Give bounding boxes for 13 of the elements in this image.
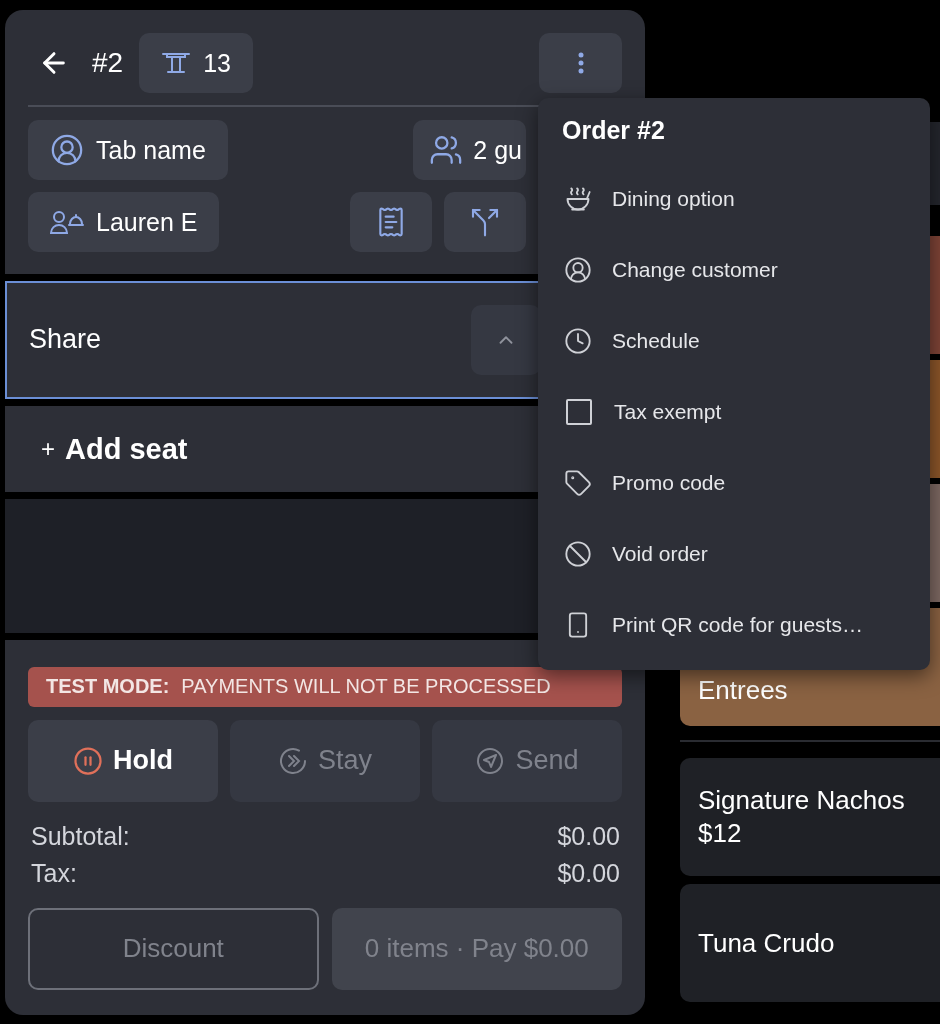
item-name: Tuna Crudo [698, 927, 836, 959]
menu-title: Order #2 [561, 116, 666, 146]
category-label: Entrees [698, 675, 788, 706]
seat-label: Share [29, 324, 102, 356]
banner-message: PAYMENTS WILL NOT BE PROCESSED [181, 675, 551, 699]
banner-label: TEST MODE: [46, 675, 170, 699]
total-value: $0.00 [557, 859, 620, 888]
order-number: #2 [92, 47, 124, 79]
total-label: Subtotal: [31, 822, 130, 851]
total-value: $0.00 [557, 822, 620, 851]
item-price: $12 [698, 818, 743, 849]
item-name: Signature Nachos [698, 785, 906, 816]
total-label: Tax: [31, 859, 77, 888]
